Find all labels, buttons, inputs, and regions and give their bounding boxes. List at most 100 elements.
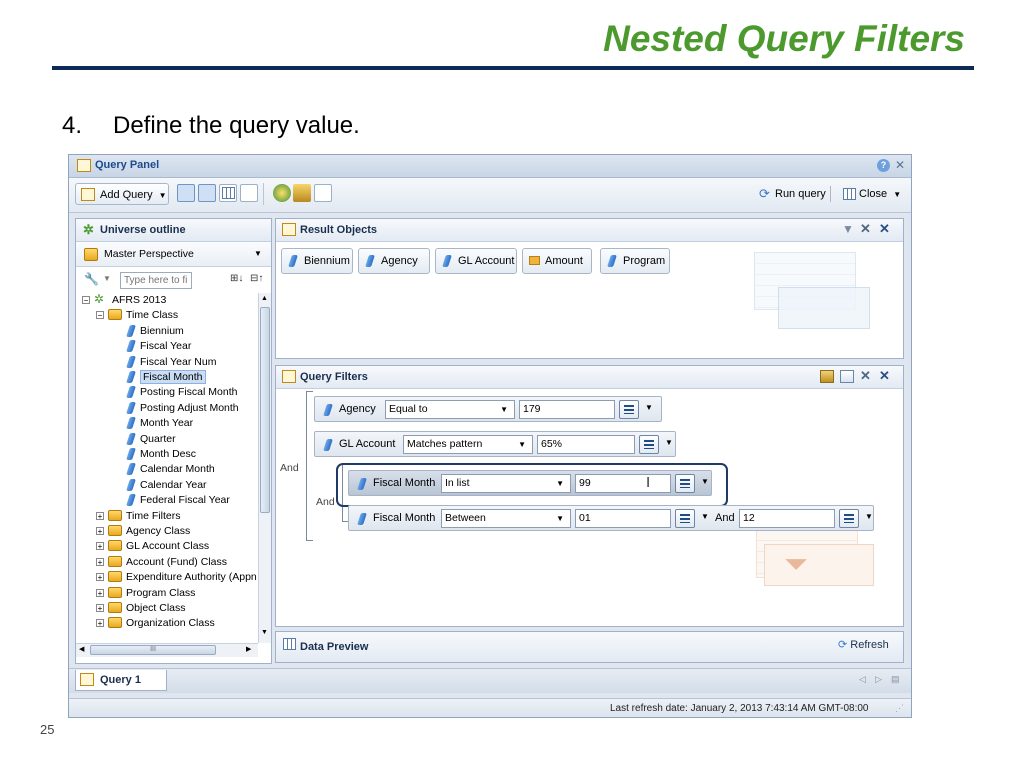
layout-toggle[interactable] xyxy=(240,184,258,202)
collapse-icon[interactable]: − xyxy=(96,311,104,320)
remove-filter-icon[interactable]: ✕ xyxy=(860,368,871,384)
close-button[interactable]: Close ▼ xyxy=(837,183,901,205)
expand-all-icon[interactable]: ⊞↓ xyxy=(230,273,243,284)
filter-to-value-input[interactable]: 12 xyxy=(739,509,835,528)
chevron-down-icon[interactable]: ▼ xyxy=(645,403,653,412)
value-list-icon[interactable] xyxy=(675,474,695,493)
tab-next-icon[interactable]: ▷ xyxy=(875,674,882,685)
filter-value-input[interactable]: 179 xyxy=(519,400,615,419)
expand-icon[interactable]: + xyxy=(96,573,104,582)
outer-operator[interactable]: And xyxy=(280,462,299,474)
value-list-icon[interactable] xyxy=(675,509,695,528)
filter-row-fiscal-month-between[interactable]: Fiscal Month Between ▼ 01 ▼ And 12 ▼ xyxy=(348,505,874,531)
result-object-biennium[interactable]: Biennium xyxy=(281,248,353,274)
resize-grip-icon[interactable]: ⋰ xyxy=(895,703,904,714)
filter-row-gl-account[interactable]: GL Account Matches pattern ▼ 65% ▼ xyxy=(314,431,676,457)
result-object-amount[interactable]: Amount xyxy=(522,248,592,274)
sql-icon[interactable] xyxy=(293,184,311,202)
filter-icon[interactable]: ▼ xyxy=(842,222,854,236)
data-preview-toggle[interactable] xyxy=(219,184,237,202)
remove-all-filters-icon[interactable]: ✕ xyxy=(879,368,890,384)
result-object-program[interactable]: Program xyxy=(600,248,670,274)
tree-item-fiscal-year-num[interactable]: Fiscal Year Num xyxy=(76,355,259,369)
tab-prev-icon[interactable]: ◁ xyxy=(859,674,866,685)
collapse-icon[interactable]: − xyxy=(82,296,90,305)
filter-operator-select[interactable]: Equal to ▼ xyxy=(385,400,515,419)
perspective-selector[interactable]: Master Perspective ▼ xyxy=(76,242,271,267)
expand-icon[interactable]: + xyxy=(96,604,104,613)
tab-list-icon[interactable]: ▤ xyxy=(891,674,900,685)
tree-item-organization-class[interactable]: + Organization Class xyxy=(76,616,259,630)
filter-value-input[interactable]: 65% xyxy=(537,435,635,454)
expand-icon[interactable]: + xyxy=(96,527,104,536)
tree-item-month-desc[interactable]: Month Desc xyxy=(76,447,259,461)
tree-item-program-class[interactable]: + Program Class xyxy=(76,586,259,600)
remove-all-icon[interactable]: ✕ xyxy=(879,221,890,237)
expand-icon[interactable]: + xyxy=(96,557,104,566)
result-object-gl-account[interactable]: GL Account xyxy=(435,248,517,274)
filter-pane-toggle[interactable] xyxy=(198,184,216,202)
expand-icon[interactable]: + xyxy=(96,511,104,520)
tree-item-afrs-2013[interactable]: − ✲ AFRS 2013 xyxy=(76,293,259,307)
chevron-down-icon[interactable]: ▼ xyxy=(103,274,111,283)
expand-icon[interactable]: + xyxy=(96,542,104,551)
help-icon[interactable]: ? xyxy=(877,159,890,172)
tab-query-1[interactable]: Query 1 xyxy=(75,670,167,691)
properties-icon[interactable] xyxy=(273,184,291,202)
filter-from-value-input[interactable]: 01 xyxy=(575,509,671,528)
filter-row-fiscal-month-in-list[interactable]: Fiscal Month In list ▼ 99 I ▼ xyxy=(348,470,712,496)
close-window-icon[interactable]: ✕ xyxy=(895,158,905,172)
scroll-down-icon[interactable]: ▼ xyxy=(261,629,268,636)
value-list-icon[interactable] xyxy=(619,400,639,419)
wrench-icon[interactable]: 🔧 xyxy=(84,272,99,286)
tree-item-fiscal-year[interactable]: Fiscal Year xyxy=(76,339,259,353)
collapse-all-icon[interactable]: ⊟↑ xyxy=(250,273,263,284)
tree-item-agency-class[interactable]: + Agency Class xyxy=(76,524,259,538)
filter-value-input[interactable]: 99 xyxy=(575,474,671,493)
tree-item-account-fund-class[interactable]: + Account (Fund) Class xyxy=(76,555,259,569)
combined-query-toggle[interactable] xyxy=(177,184,195,202)
scrollbar-thumb[interactable] xyxy=(260,307,270,513)
filter-operator-select[interactable]: Between ▼ xyxy=(441,509,571,528)
outline-search-input[interactable] xyxy=(120,272,192,289)
add-subquery-icon[interactable] xyxy=(840,370,854,383)
hscroll-thumb[interactable]: III xyxy=(90,645,216,655)
tree-item-time-filters[interactable]: + Time Filters xyxy=(76,509,259,523)
value-list-icon[interactable] xyxy=(839,509,859,528)
chevron-down-icon[interactable]: ▼ xyxy=(865,512,873,521)
remove-icon[interactable]: ✕ xyxy=(860,221,871,237)
scroll-left-icon[interactable]: ◀ xyxy=(79,645,84,653)
refresh-button[interactable]: ⟳ Refresh xyxy=(838,638,889,651)
tree-item-calendar-year[interactable]: Calendar Year xyxy=(76,478,259,492)
filter-operator-select[interactable]: Matches pattern ▼ xyxy=(403,435,533,454)
tree-item-biennium[interactable]: Biennium xyxy=(76,324,259,338)
tree-vertical-scrollbar[interactable]: ▲ ▼ xyxy=(258,293,271,643)
tree-item-expenditure-authority-appn[interactable]: + Expenditure Authority (Appn xyxy=(76,570,259,584)
tree-item-fiscal-month[interactable]: Fiscal Month xyxy=(76,370,259,384)
tree-item-object-class[interactable]: + Object Class xyxy=(76,601,259,615)
scroll-right-icon[interactable]: ▶ xyxy=(246,645,251,653)
tree-item-calendar-month[interactable]: Calendar Month xyxy=(76,462,259,476)
tree-item-time-class[interactable]: − Time Class xyxy=(76,308,259,322)
filter-operator-select[interactable]: In list ▼ xyxy=(441,474,571,493)
scroll-up-icon[interactable]: ▲ xyxy=(261,295,268,302)
chevron-down-icon[interactable]: ▼ xyxy=(665,438,673,447)
tree-horizontal-scrollbar[interactable]: ◀ III ▶ xyxy=(76,643,258,657)
expand-icon[interactable]: + xyxy=(96,619,104,628)
tree-item-month-year[interactable]: Month Year xyxy=(76,416,259,430)
value-list-icon[interactable] xyxy=(639,435,659,454)
tree-item-federal-fiscal-year[interactable]: Federal Fiscal Year xyxy=(76,493,259,507)
add-predefined-filter-icon[interactable] xyxy=(820,370,834,383)
chevron-down-icon[interactable]: ▼ xyxy=(701,512,709,521)
tree-item-gl-account-class[interactable]: + GL Account Class xyxy=(76,539,259,553)
tree-item-posting-fiscal-month[interactable]: Posting Fiscal Month xyxy=(76,385,259,399)
filter-row-agency[interactable]: Agency Equal to ▼ 179 ▼ xyxy=(314,396,662,422)
run-query-button[interactable]: ⟳ Run query xyxy=(753,183,829,205)
view-script-icon[interactable] xyxy=(314,184,332,202)
tree-item-posting-adjust-month[interactable]: Posting Adjust Month xyxy=(76,401,259,415)
inner-operator[interactable]: And xyxy=(316,496,335,508)
result-object-agency[interactable]: Agency xyxy=(358,248,430,274)
expand-icon[interactable]: + xyxy=(96,588,104,597)
chevron-down-icon[interactable]: ▼ xyxy=(701,477,709,486)
add-query-button[interactable]: Add Query ▼ xyxy=(75,183,169,205)
